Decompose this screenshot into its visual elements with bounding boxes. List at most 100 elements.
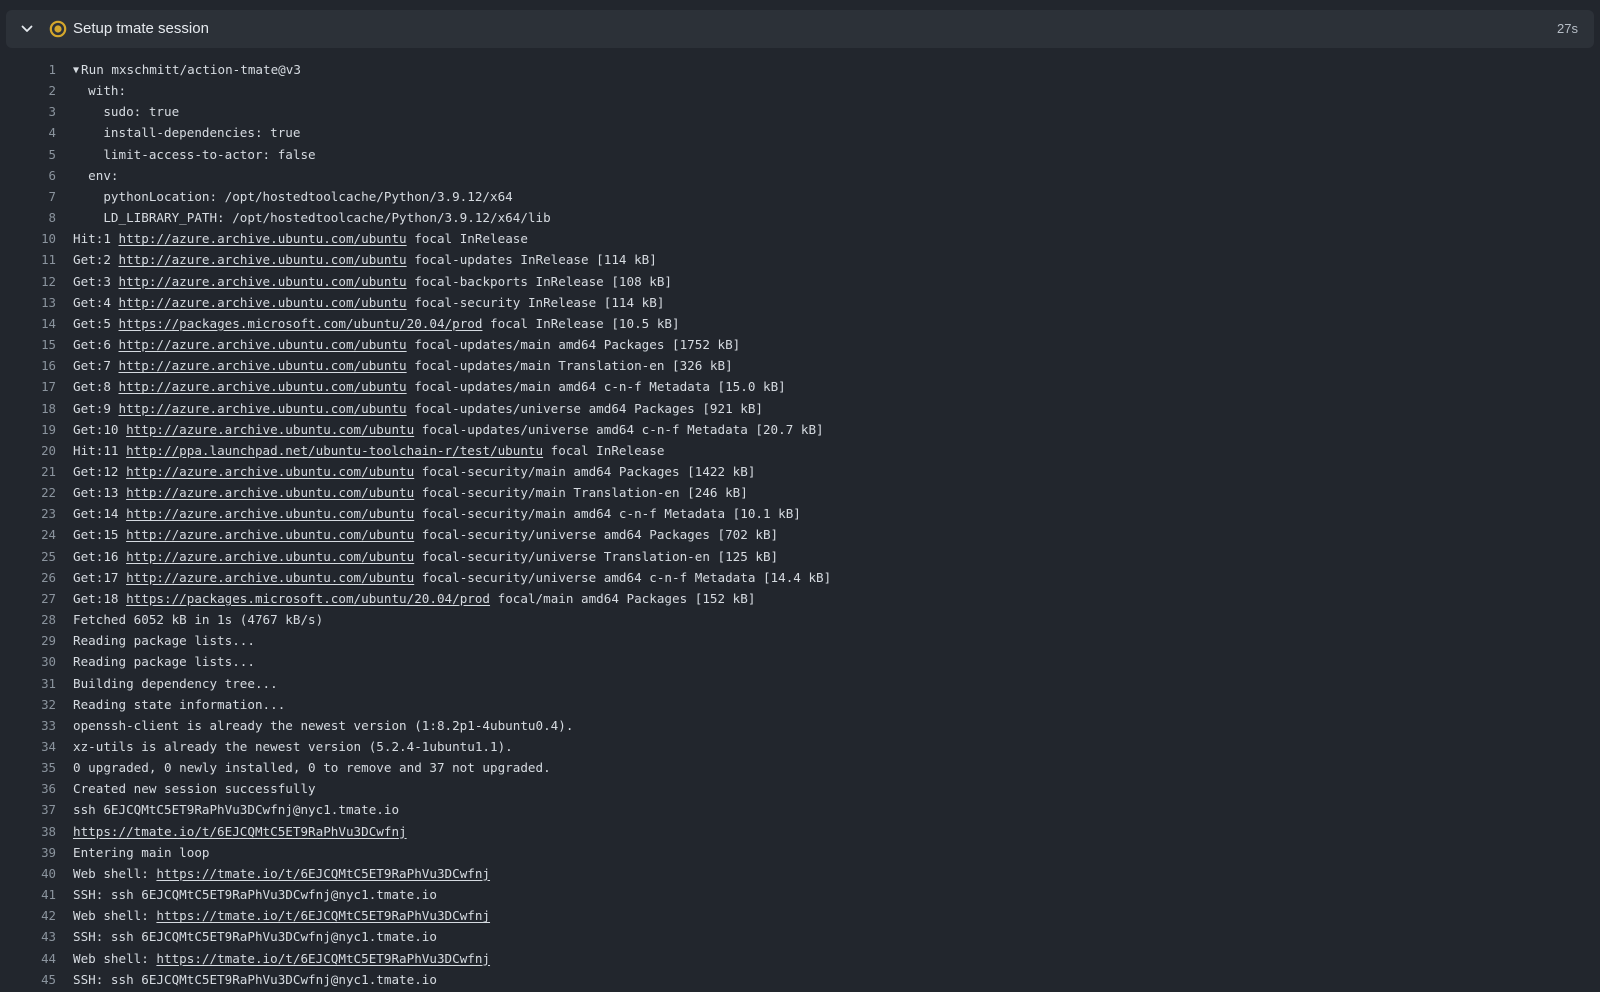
log-text-segment: install-dependencies: true — [73, 125, 301, 141]
log-text-segment: Hit:1 — [73, 231, 119, 247]
log-text-segment: focal-updates/universe amd64 Packages [9… — [406, 400, 763, 416]
line-number[interactable]: 43 — [0, 926, 56, 947]
log-line: 25 Get:16 http://azure.archive.ubuntu.com… — [0, 546, 1600, 567]
log-text-segment: env: — [73, 167, 119, 183]
line-number[interactable]: 3 — [0, 101, 56, 122]
log-line: 18 Get:9 http://azure.archive.ubuntu.com/… — [0, 398, 1600, 419]
log-text-segment: Get:8 — [73, 379, 119, 395]
line-number[interactable]: 13 — [0, 292, 56, 313]
log-line: 40 Web shell: https://tmate.io/t/6EJCQMtC… — [0, 863, 1600, 884]
line-number[interactable]: 39 — [0, 842, 56, 863]
line-number[interactable]: 29 — [0, 630, 56, 651]
log-text-segment: Get:17 — [73, 569, 127, 585]
line-number[interactable]: 10 — [0, 228, 56, 249]
log-text-segment: Web shell: — [73, 908, 157, 924]
line-number[interactable]: 44 — [0, 948, 56, 969]
log-text-segment: Get:13 — [73, 485, 127, 501]
line-number[interactable]: 31 — [0, 673, 56, 694]
log-link[interactable]: http://azure.archive.ubuntu.com/ubuntu — [126, 570, 414, 585]
line-number[interactable]: 12 — [0, 271, 56, 292]
line-number[interactable]: 45 — [0, 969, 56, 990]
line-number[interactable]: 36 — [0, 778, 56, 799]
group-toggle-icon[interactable]: ▼ — [73, 60, 79, 81]
line-number[interactable]: 34 — [0, 736, 56, 757]
line-number[interactable]: 38 — [0, 821, 56, 842]
log-link[interactable]: http://azure.archive.ubuntu.com/ubuntu — [119, 358, 407, 373]
log-line-text: Get:6 http://azure.archive.ubuntu.com/ub… — [73, 334, 740, 355]
line-number[interactable]: 21 — [0, 461, 56, 482]
log-line-text: 0 upgraded, 0 newly installed, 0 to remo… — [73, 757, 551, 778]
line-number[interactable]: 15 — [0, 334, 56, 355]
line-number[interactable]: 33 — [0, 715, 56, 736]
line-number[interactable]: 11 — [0, 249, 56, 270]
log-link[interactable]: http://azure.archive.ubuntu.com/ubuntu — [119, 379, 407, 394]
line-number[interactable]: 40 — [0, 863, 56, 884]
chevron-down-icon[interactable] — [20, 22, 34, 36]
line-number[interactable]: 7 — [0, 186, 56, 207]
step-title[interactable]: Setup tmate session — [73, 20, 209, 38]
line-number[interactable]: 5 — [0, 144, 56, 165]
line-number[interactable]: 25 — [0, 546, 56, 567]
log-link[interactable]: http://azure.archive.ubuntu.com/ubuntu — [126, 506, 414, 521]
log-link[interactable]: http://azure.archive.ubuntu.com/ubuntu — [126, 485, 414, 500]
line-number[interactable]: 32 — [0, 694, 56, 715]
line-number[interactable]: 23 — [0, 503, 56, 524]
line-number[interactable]: 16 — [0, 355, 56, 376]
log-text-segment: focal-security/main Translation-en [246 … — [414, 485, 748, 501]
log-link[interactable]: https://packages.microsoft.com/ubuntu/20… — [119, 316, 483, 331]
line-number[interactable]: 14 — [0, 313, 56, 334]
log-link[interactable]: https://tmate.io/t/6EJCQMtC5ET9RaPhVu3DC… — [156, 908, 490, 923]
log-link[interactable]: http://azure.archive.ubuntu.com/ubuntu — [119, 231, 407, 246]
log-text-segment: Fetched 6052 kB in 1s (4767 kB/s) — [73, 612, 324, 628]
line-number[interactable]: 42 — [0, 905, 56, 926]
line-number[interactable]: 35 — [0, 757, 56, 778]
line-number[interactable]: 27 — [0, 588, 56, 609]
step-header[interactable]: Setup tmate session 27s — [6, 10, 1594, 48]
log-link[interactable]: https://packages.microsoft.com/ubuntu/20… — [126, 591, 490, 606]
line-number[interactable]: 2 — [0, 80, 56, 101]
log-link[interactable]: http://azure.archive.ubuntu.com/ubuntu — [126, 527, 414, 542]
line-number[interactable]: 20 — [0, 440, 56, 461]
line-number[interactable]: 22 — [0, 482, 56, 503]
log-text-segment: focal/main amd64 Packages [152 kB] — [490, 590, 756, 606]
log-text-segment: focal-updates/main amd64 c-n-f Metadata … — [406, 379, 786, 395]
line-number[interactable]: 30 — [0, 651, 56, 672]
line-number[interactable]: 1 — [0, 59, 56, 80]
log-text-segment: ssh 6EJCQMtC5ET9RaPhVu3DCwfnj@nyc1.tmate… — [73, 802, 400, 818]
log-text-segment: SSH: ssh 6EJCQMtC5ET9RaPhVu3DCwfnj@nyc1.… — [73, 971, 437, 987]
log-link[interactable]: https://tmate.io/t/6EJCQMtC5ET9RaPhVu3DC… — [73, 824, 407, 839]
line-number[interactable]: 28 — [0, 609, 56, 630]
line-number[interactable]: 6 — [0, 165, 56, 186]
log-link[interactable]: http://azure.archive.ubuntu.com/ubuntu — [119, 295, 407, 310]
line-number[interactable]: 8 — [0, 207, 56, 228]
log-link[interactable]: http://azure.archive.ubuntu.com/ubuntu — [126, 549, 414, 564]
line-number[interactable]: 4 — [0, 122, 56, 143]
log-line: 24 Get:15 http://azure.archive.ubuntu.com… — [0, 524, 1600, 545]
log-link[interactable]: http://azure.archive.ubuntu.com/ubuntu — [126, 422, 414, 437]
log-line: 4 install-dependencies: true — [0, 122, 1600, 143]
line-number[interactable]: 24 — [0, 524, 56, 545]
log-text-segment: SSH: ssh 6EJCQMtC5ET9RaPhVu3DCwfnj@nyc1.… — [73, 929, 437, 945]
line-number[interactable]: 37 — [0, 799, 56, 820]
log-line-text: sudo: true — [73, 101, 179, 122]
line-number[interactable]: 17 — [0, 376, 56, 397]
log-line: 27 Get:18 https://packages.microsoft.com/… — [0, 588, 1600, 609]
log-text-segment: Get:6 — [73, 337, 119, 353]
log-link[interactable]: https://tmate.io/t/6EJCQMtC5ET9RaPhVu3DC… — [156, 866, 490, 881]
line-number[interactable]: 18 — [0, 398, 56, 419]
log-text-segment: focal-security/universe Translation-en [… — [414, 548, 779, 564]
log-link[interactable]: http://azure.archive.ubuntu.com/ubuntu — [119, 401, 407, 416]
line-number[interactable]: 19 — [0, 419, 56, 440]
log-line-text: SSH: ssh 6EJCQMtC5ET9RaPhVu3DCwfnj@nyc1.… — [73, 926, 437, 947]
log-link[interactable]: https://tmate.io/t/6EJCQMtC5ET9RaPhVu3DC… — [156, 951, 490, 966]
log-link[interactable]: http://azure.archive.ubuntu.com/ubuntu — [119, 252, 407, 267]
log-line-text: Get:8 http://azure.archive.ubuntu.com/ub… — [73, 376, 786, 397]
log-link[interactable]: http://azure.archive.ubuntu.com/ubuntu — [126, 464, 414, 479]
log-link[interactable]: http://azure.archive.ubuntu.com/ubuntu — [119, 337, 407, 352]
line-number[interactable]: 26 — [0, 567, 56, 588]
line-number[interactable]: 41 — [0, 884, 56, 905]
log-line-text: Get:15 http://azure.archive.ubuntu.com/u… — [73, 524, 778, 545]
log-link[interactable]: http://azure.archive.ubuntu.com/ubuntu — [119, 274, 407, 289]
log-line: 32 Reading state information... — [0, 694, 1600, 715]
log-link[interactable]: http://ppa.launchpad.net/ubuntu-toolchai… — [126, 443, 543, 458]
